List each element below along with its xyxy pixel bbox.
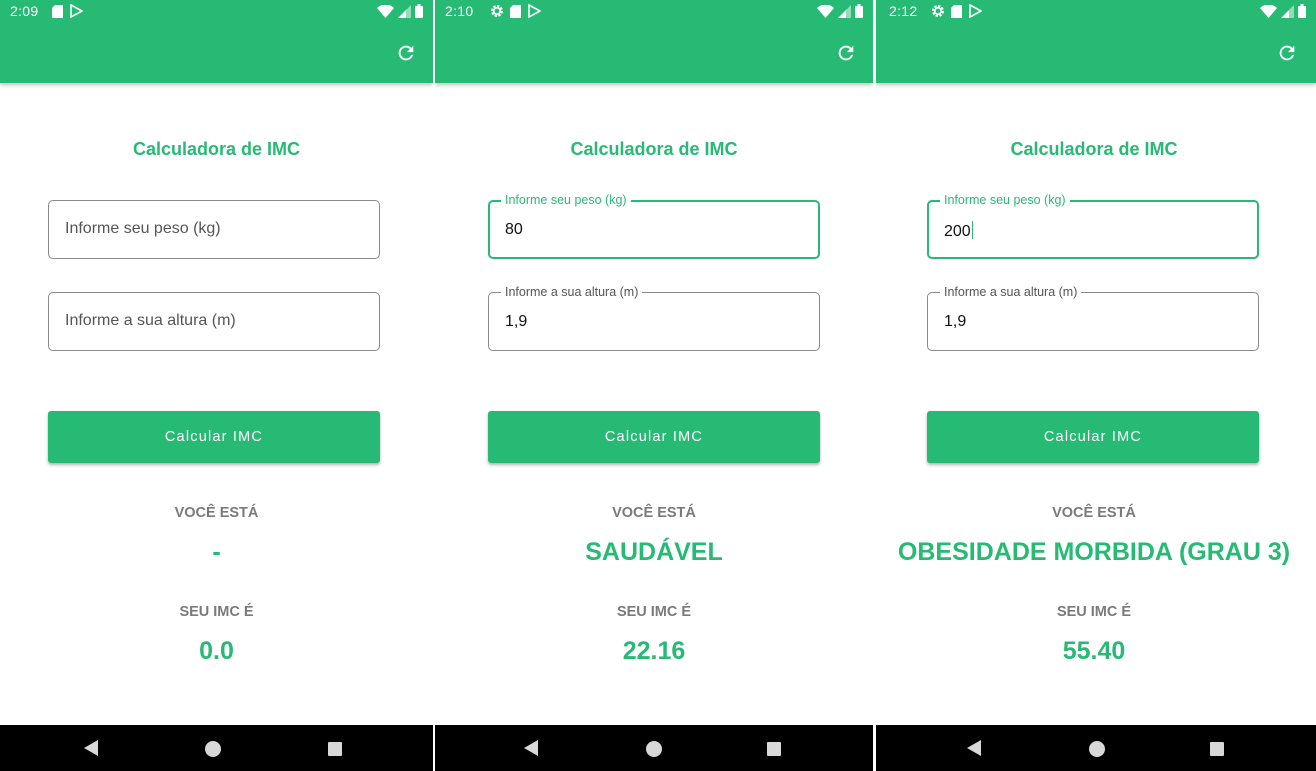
height-value: 1,9 — [505, 313, 528, 330]
refresh-icon[interactable] — [1276, 42, 1298, 64]
gear-icon — [932, 5, 944, 17]
gear-icon — [491, 5, 503, 17]
screen-3: 2:12 Calculadora de IMC Informe seu peso… — [876, 0, 1316, 771]
weight-field[interactable]: Informe seu peso (kg) 80 — [488, 192, 820, 259]
imc-value: 0.0 — [199, 637, 234, 665]
sd-card-icon — [510, 4, 521, 18]
imc-value: 55.40 — [1062, 637, 1126, 665]
calculate-button[interactable]: Calcular IMC — [488, 411, 820, 463]
status-left-icons — [490, 4, 541, 18]
play-store-icon — [969, 4, 982, 18]
height-field[interactable]: Informe a sua altura (m) 1,9 — [927, 284, 1259, 351]
imc-value: 22.16 — [622, 637, 686, 665]
recent-apps-icon[interactable] — [1210, 742, 1224, 756]
home-icon[interactable] — [646, 741, 662, 757]
navigation-bar — [0, 725, 433, 771]
status-bar: 2:12 — [876, 0, 1316, 24]
height-field[interactable]: Informe a sua altura (m) — [48, 292, 380, 351]
status-left-icons — [52, 4, 83, 18]
height-label: Informe a sua altura (m) — [940, 284, 1082, 300]
weight-field[interactable]: Informe seu peso (kg) 200 — [927, 192, 1259, 259]
app-bar: 2:09 — [0, 0, 433, 83]
calculate-button[interactable]: Calcular IMC — [927, 411, 1259, 463]
height-placeholder: Informe a sua altura (m) — [65, 312, 236, 329]
status-value: OBESIDADE MORBIDA (GRAU 3) — [897, 538, 1291, 566]
status-time: 2:12 — [889, 3, 918, 19]
page-title: Calculadora de IMC — [132, 139, 301, 159]
weight-value: 80 — [505, 221, 523, 238]
screen-2: 2:10 Calculadora de IMC Informe seu peso… — [435, 0, 873, 771]
battery-icon — [415, 4, 423, 18]
battery-icon — [1298, 4, 1306, 18]
height-label: Informe a sua altura (m) — [501, 284, 643, 300]
imc-caption: SEU IMC É — [1056, 604, 1132, 620]
refresh-icon[interactable] — [835, 42, 857, 64]
signal-icon — [1281, 4, 1294, 18]
back-icon[interactable] — [84, 740, 98, 756]
weight-value-text: 200 — [944, 223, 971, 240]
app-bar: 2:10 — [435, 0, 873, 83]
text-cursor — [971, 221, 974, 239]
battery-icon — [855, 4, 863, 18]
page-title: Calculadora de IMC — [570, 139, 738, 159]
back-icon[interactable] — [967, 740, 981, 756]
status-caption: VOCÊ ESTÁ — [174, 505, 259, 521]
imc-caption: SEU IMC É — [179, 604, 254, 620]
sd-card-icon — [951, 4, 962, 18]
weight-label: Informe seu peso (kg) — [501, 192, 631, 208]
calculate-button[interactable]: Calcular IMC — [48, 411, 380, 463]
navigation-bar — [435, 725, 873, 771]
page-title: Calculadora de IMC — [1010, 139, 1178, 159]
weight-value: 200 — [944, 221, 974, 241]
status-caption: VOCÊ ESTÁ — [1052, 505, 1136, 521]
status-value: - — [212, 538, 221, 566]
wifi-icon — [377, 4, 394, 18]
sd-card-icon — [52, 4, 63, 18]
play-store-icon — [70, 4, 83, 18]
signal-icon — [838, 4, 851, 18]
weight-placeholder: Informe seu peso (kg) — [65, 220, 221, 237]
status-time: 2:09 — [10, 3, 39, 19]
refresh-icon[interactable] — [395, 42, 417, 64]
weight-label: Informe seu peso (kg) — [940, 192, 1070, 208]
play-store-icon — [528, 4, 541, 18]
status-right-icons — [1260, 4, 1306, 18]
wifi-icon — [1260, 4, 1277, 18]
status-right-icons — [817, 4, 863, 18]
status-caption: VOCÊ ESTÁ — [612, 505, 696, 521]
home-icon[interactable] — [1089, 741, 1105, 757]
recent-apps-icon[interactable] — [767, 742, 781, 756]
status-left-icons — [931, 4, 982, 18]
status-value: SAUDÁVEL — [585, 538, 723, 566]
signal-icon — [398, 4, 411, 18]
status-bar: 2:09 — [0, 0, 433, 24]
home-icon[interactable] — [205, 741, 221, 757]
back-icon[interactable] — [524, 740, 538, 756]
height-field[interactable]: Informe a sua altura (m) 1,9 — [488, 284, 820, 351]
status-time: 2:10 — [445, 3, 474, 19]
screen-1: 2:09 Calculadora de IMC Informe seu peso… — [0, 0, 433, 771]
weight-field[interactable]: Informe seu peso (kg) — [48, 200, 380, 259]
app-bar: 2:12 — [876, 0, 1316, 83]
status-right-icons — [377, 4, 423, 18]
height-value: 1,9 — [944, 313, 967, 330]
imc-caption: SEU IMC É — [616, 604, 692, 620]
status-bar: 2:10 — [435, 0, 873, 24]
recent-apps-icon[interactable] — [328, 742, 342, 756]
navigation-bar — [876, 725, 1316, 771]
wifi-icon — [817, 4, 834, 18]
